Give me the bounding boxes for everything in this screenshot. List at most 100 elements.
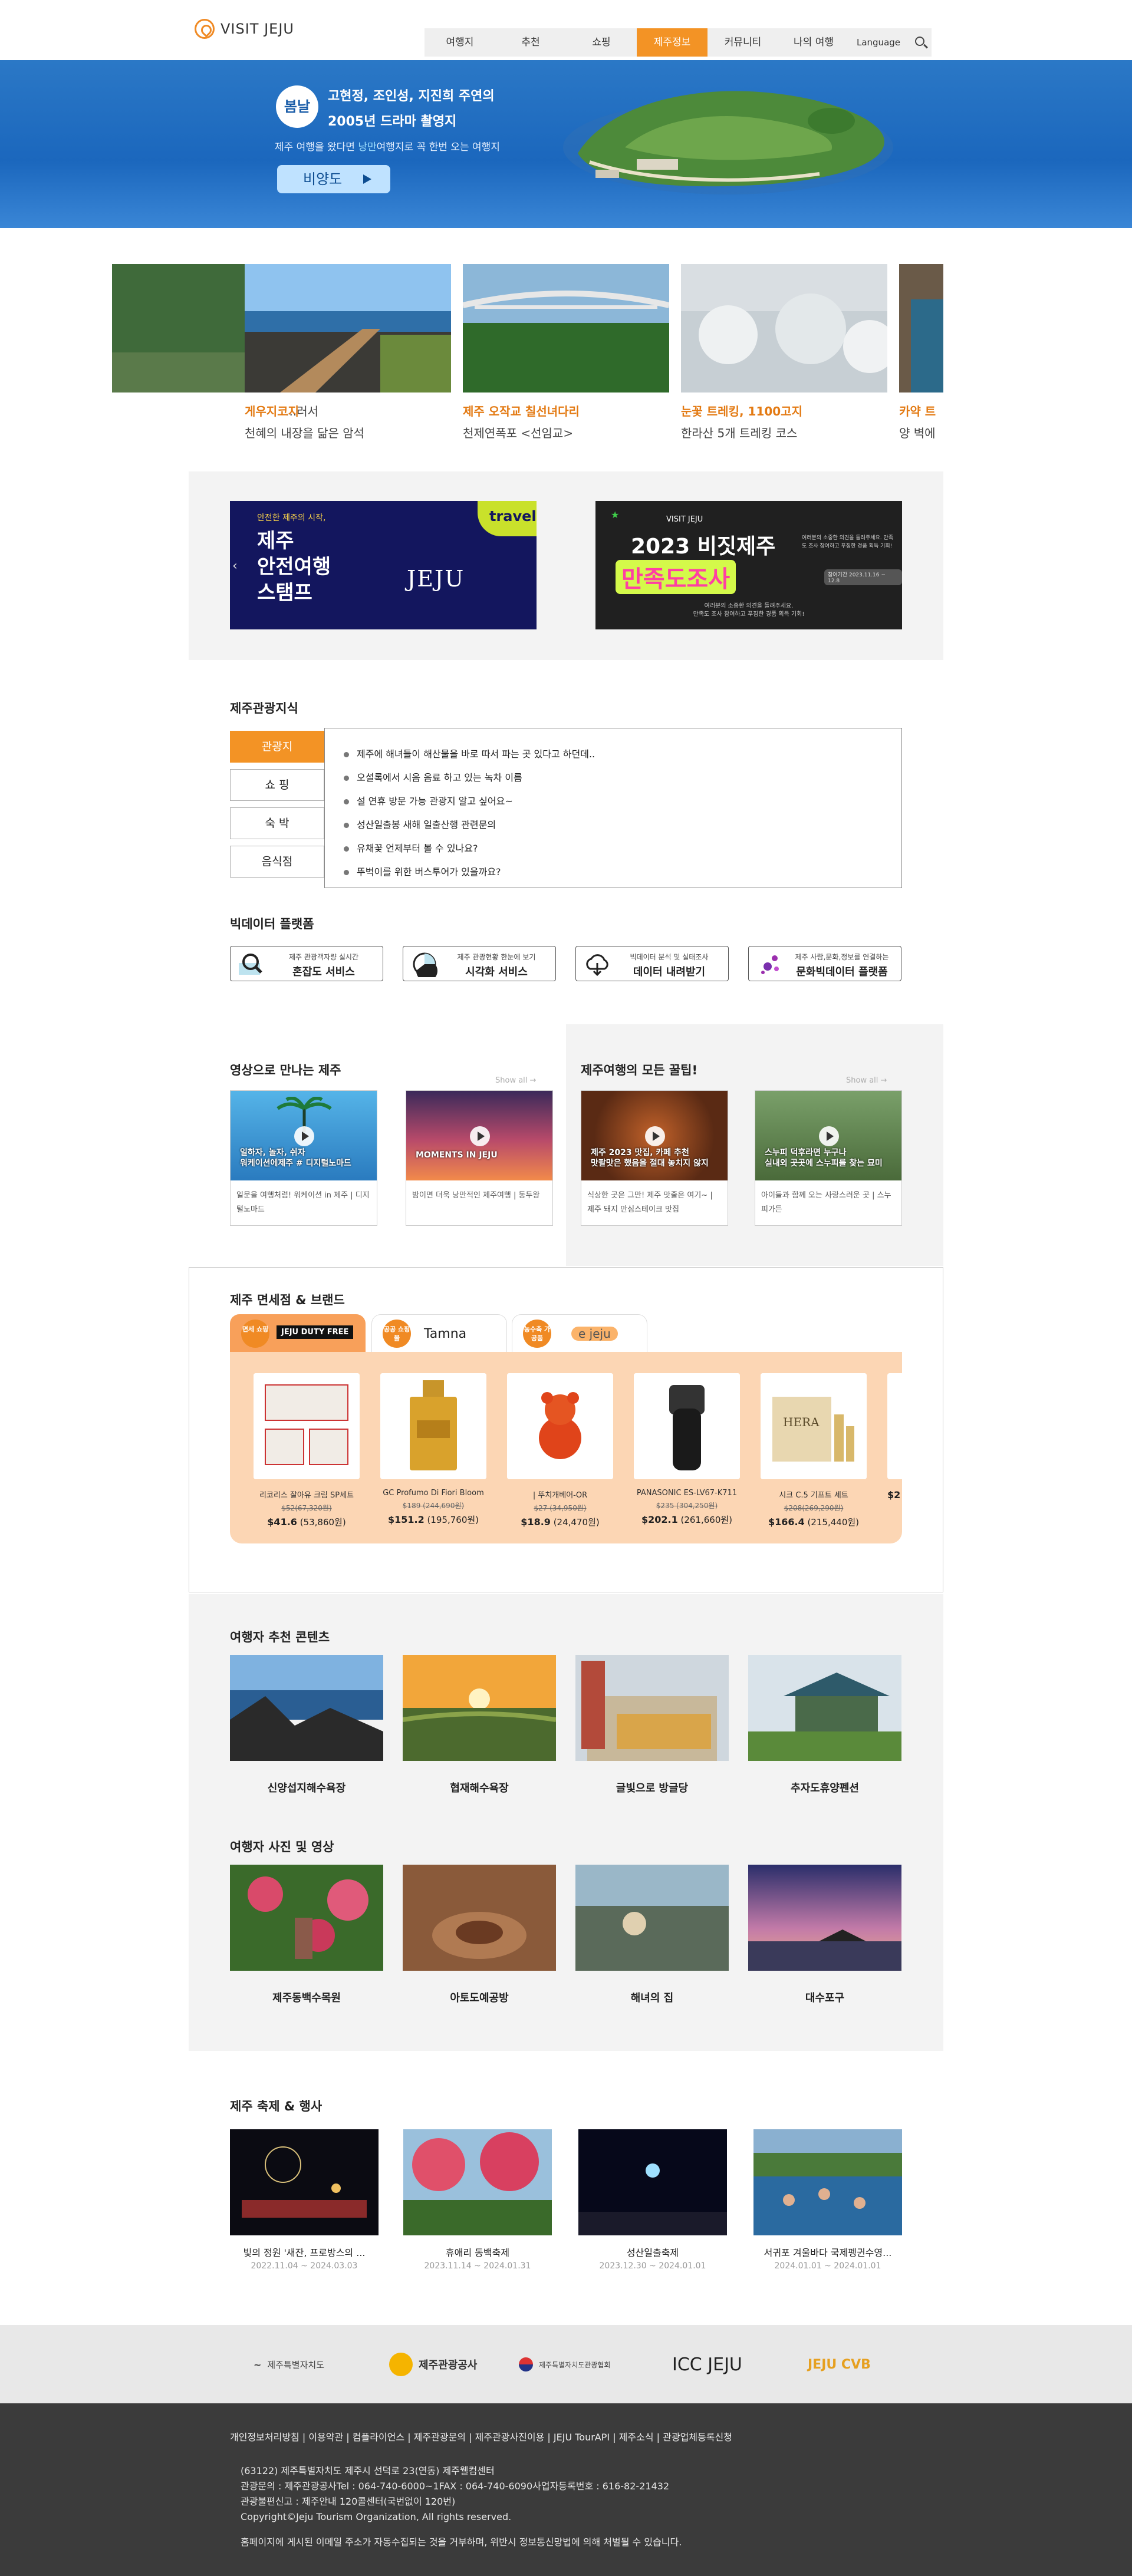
recommend-card[interactable]: 협재해수욕장 [402, 1655, 557, 1795]
footer-contact: 관광문의 : 제주관광공사Tel : 064-740-6000~1FAX : 0… [241, 2481, 670, 2492]
hero-desc-highlight: 낭만 [358, 141, 377, 153]
product-image: HERA [761, 1373, 867, 1479]
play-icon[interactable] [819, 1126, 839, 1146]
partner-icc-jeju[interactable]: ICC JEJU [672, 2347, 742, 2382]
product-image [380, 1373, 486, 1479]
product-card[interactable]: | 뚜치개베어-OR $27 (34,950원) $18.9 (24,470원) [507, 1373, 613, 1528]
nav-item-recommend[interactable]: 추천 [495, 28, 566, 57]
photo-name: 해녀의 집 [630, 1992, 674, 2004]
partner-jeju-cvb[interactable]: JEJU CVB [808, 2347, 871, 2382]
language-button[interactable]: Language [849, 28, 908, 57]
product-card[interactable]: $2 [887, 1373, 902, 1500]
partner-tourism-association[interactable]: 제주특별자치도관광협회 [519, 2347, 610, 2382]
footer-link[interactable]: 제주관광문의 [414, 2432, 466, 2443]
photo-card[interactable]: 대수포구 [748, 1865, 901, 2005]
tab-lodging[interactable]: 숙 박 [230, 807, 324, 839]
search-icon [915, 37, 924, 46]
photo-card[interactable]: 제주동백수목원 [230, 1865, 383, 2005]
tab-badge: 농수축 가공품 [523, 1320, 551, 1348]
product-price: $166.4 (215,440원) [761, 1516, 867, 1528]
recommend-image [748, 1655, 901, 1761]
festival-name: 성산일출축제 [626, 2247, 679, 2258]
recommend-card[interactable]: 추자도휴양펜션 [748, 1655, 901, 1795]
footer-link[interactable]: 개인정보처리방침 [230, 2432, 300, 2443]
photo-card[interactable]: 아토도예공방 [403, 1865, 556, 2005]
knowledge-item[interactable]: 유채꽃 언제부터 볼 수 있나요? [344, 837, 901, 860]
magnifier-icon [239, 954, 262, 975]
tab-sightseeing[interactable]: 관광지 [230, 731, 324, 763]
knowledge-item[interactable]: 오설록에서 시음 음료 하고 있는 녹차 이름 [344, 766, 901, 790]
site-logo[interactable]: VISIT JEJU [195, 19, 294, 39]
video-show-all-link[interactable]: Show all → [495, 1076, 536, 1085]
festival-card[interactable]: 빛의 정원 '새잔, 프로방스의 ... 2022.11.04 ~ 2024.0… [230, 2129, 379, 2271]
prev-arrow-icon[interactable]: ‹ [232, 559, 238, 573]
play-icon[interactable] [645, 1126, 665, 1146]
festival-card[interactable]: 서귀포 겨울바다 국제펭귄수영... 2024.01.01 ~ 2024.01.… [753, 2129, 902, 2271]
search-button[interactable] [908, 28, 932, 57]
knowledge-item[interactable]: 뚜벅이를 위한 버스투어가 있을까요? [344, 860, 901, 884]
tip-desc: 식상한 곳은 그만! 제주 맛줄은 여기~ | 제주 돼지 만심스테이크 맛집 [587, 1191, 713, 1214]
culture-bigdata-button[interactable]: 제주 사람,문화,정보를 연결하는 문화빅데이터 플랫폼 [748, 946, 901, 981]
safe-travel-banner[interactable]: 안전한 제주의 시작, 제주 안전여행 스탬프 JEJU travel ‹ [230, 501, 537, 629]
survey-banner[interactable]: VISIT JEJU ★ 2023 비짓제주 만족도조사 여러분의 소중한 의견… [595, 501, 902, 629]
product-card[interactable]: PANASONIC ES-LV67-K711 $235 (304,250원) $… [634, 1373, 740, 1526]
footer-link[interactable]: 제주관광사진이용 [475, 2432, 545, 2443]
footer-link[interactable]: 제주소식 [619, 2432, 654, 2443]
video-card[interactable]: 일하자, 놀자, 쉬자 워케이션에제주 # 디지털노마드 일문을 여행처럼! 워케… [230, 1090, 377, 1226]
footer-link[interactable]: JEJU TourAPI [554, 2432, 610, 2443]
festival-image [403, 2129, 552, 2235]
banner-title-line: 스탬프 [257, 581, 312, 605]
recommend-card[interactable]: 글빛으로 방글당 [575, 1655, 729, 1795]
nav-item-community[interactable]: 커뮤니티 [708, 28, 778, 57]
festival-name: 서귀포 겨울바다 국제펭귄수영... [764, 2247, 892, 2258]
festival-card[interactable]: 휴애리 동백축제 2023.11.14 ~ 2024.01.31 [403, 2129, 552, 2271]
travel-tag: travel [478, 501, 537, 536]
footer-link[interactable]: 관광업체등록신청 [663, 2432, 732, 2443]
photo-card[interactable]: 해녀의 집 [575, 1865, 729, 2005]
carousel-card[interactable]: 카약 트 양 벽에 [899, 264, 943, 441]
product-name: GC Profumo Di Fiori Bloom [383, 1489, 484, 1498]
knowledge-item[interactable]: 성산일출봉 새해 일출산행 관련문의 [344, 813, 901, 837]
data-download-button[interactable]: 빅데이터 분석 및 실태조사 데이터 내려받기 [575, 946, 729, 981]
nav-item-travel[interactable]: 여행지 [424, 28, 495, 57]
knowledge-list: 제주에 해녀들이 해산물을 바로 따서 파는 곳 있다고 하던데.. 오설록에서… [324, 728, 902, 888]
festival-card[interactable]: 성산일출축제 2023.12.30 ~ 2024.01.01 [578, 2129, 727, 2271]
partner-jeju-tourism[interactable]: 제주관광공사 [389, 2347, 477, 2382]
product-name: 리코리스 잘아유 크림 SP세트 [259, 1491, 354, 1500]
product-card[interactable]: 리코리스 잘아유 크림 SP세트 $52(67,320원) $41.6 (53,… [254, 1373, 360, 1528]
nav-item-shopping[interactable]: 쇼핑 [566, 28, 637, 57]
video-card[interactable]: MOMENTS IN JEJU 밤이면 더욱 낭만적인 제주여행 | 동두왕 [406, 1090, 553, 1226]
hero-destination-button[interactable]: 비양도 [277, 165, 390, 193]
recommend-card[interactable]: 신양섭지해수욕장 [230, 1655, 383, 1795]
tab-dutyfree[interactable]: 면세 쇼핑 JEJU DUTY FREE [230, 1314, 366, 1352]
tip-card[interactable]: 스누피 덕후라면 누구나 실내외 곳곳에 스누피를 찾는 묘미 아이들과 함께 오… [755, 1090, 902, 1226]
tip-caption: 제주 2023 맛집, 카페 추천 맛팔맛은 했음을 절대 놓치지 않지 [591, 1147, 723, 1169]
tab-tamna[interactable]: 공공 쇼핑몰 Tamna [371, 1314, 507, 1352]
nav-item-my-trip[interactable]: 나의 여행 [778, 28, 849, 57]
carousel-image [899, 264, 943, 392]
visualization-service-button[interactable]: 제주 관광현황 한눈에 보기 시각화 서비스 [403, 946, 556, 981]
product-price: $18.9 (24,470원) [507, 1516, 613, 1528]
partner-jeju-province[interactable]: ~ 제주특별자치도 [254, 2347, 324, 2382]
carousel-card[interactable]: 게우지코지 천혜의 내장을 닮은 암석 [245, 264, 451, 441]
knowledge-item[interactable]: 설 연휴 방문 가능 관광지 알고 싶어요~ [344, 790, 901, 813]
product-card[interactable]: GC Profumo Di Fiori Bloom $189 (244,690원… [380, 1373, 486, 1526]
tab-shopping[interactable]: 쇼 핑 [230, 769, 324, 801]
carousel-card[interactable]: 제주 오작교 칠선녀다리 천제연폭포 <선임교> [462, 264, 670, 441]
footer-link[interactable]: 이용약관 [308, 2432, 343, 2443]
play-icon[interactable] [294, 1126, 314, 1146]
tab-restaurant[interactable]: 음식점 [230, 846, 324, 878]
tip-card[interactable]: 제주 2023 맛집, 카페 추천 맛팔맛은 했음을 절대 놓치지 않지 식상한 … [581, 1090, 728, 1226]
product-card[interactable]: HERA 시크 C.5 기프트 세트 $208(269,290원) $166.4… [761, 1373, 867, 1528]
season-badge: 봄날 [276, 85, 318, 128]
tips-show-all-link[interactable]: Show all → [846, 1076, 887, 1085]
knowledge-item[interactable]: 제주에 해녀들이 해산물을 바로 따서 파는 곳 있다고 하던데.. [344, 743, 901, 766]
survey-foot-line: 여러분의 소중한 의견을 들려주세요. [704, 603, 794, 609]
carousel-card[interactable]: 눈꽃 트레킹, 1100고지 한라산 5개 트레킹 코스 [681, 264, 896, 441]
nav-item-jeju-info[interactable]: 제주정보 [637, 28, 708, 57]
tab-ejeju[interactable]: 농수축 가공품 e jeju [512, 1314, 647, 1352]
congestion-service-button[interactable]: 제주 관광객자량 실시간 혼잡도 서비스 [230, 946, 383, 981]
hero-title-line2: 2005년 드라마 촬영지 [328, 114, 457, 129]
play-icon[interactable] [470, 1126, 490, 1146]
footer-link[interactable]: 컴플라이언스 [353, 2432, 404, 2443]
